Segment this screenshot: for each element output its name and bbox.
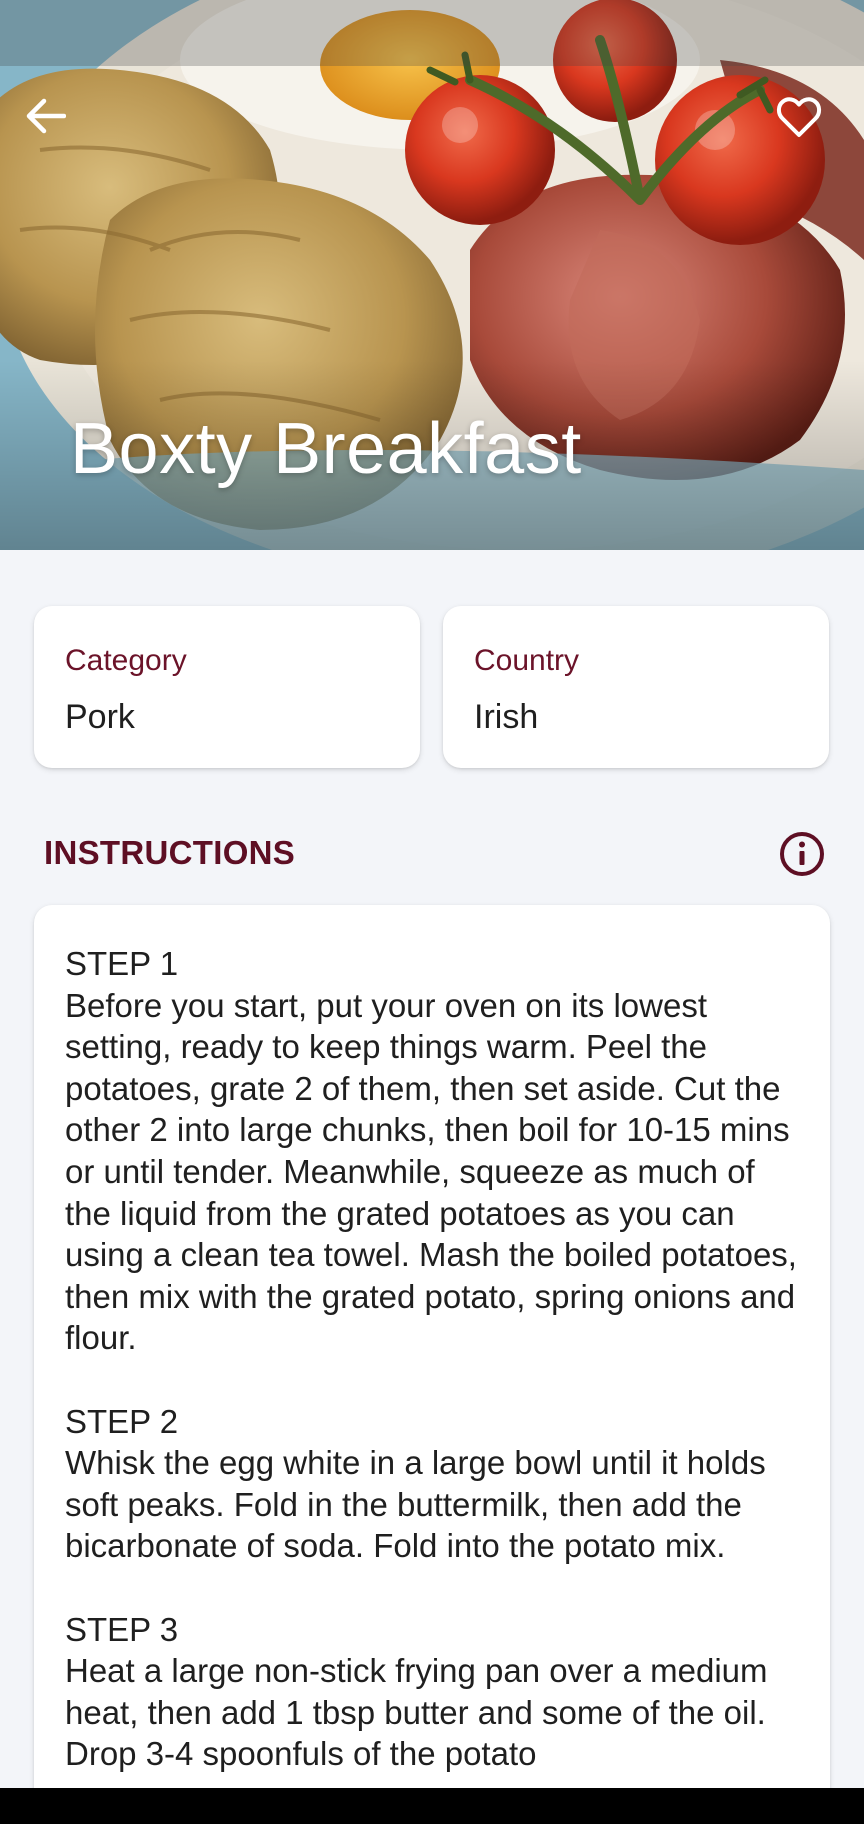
favorite-button[interactable] bbox=[776, 96, 848, 160]
country-value: Irish bbox=[474, 698, 539, 736]
heart-outline-icon bbox=[776, 97, 822, 137]
country-label: Country bbox=[474, 644, 580, 677]
arrow-back-icon bbox=[26, 98, 66, 134]
country-card: Country Irish bbox=[443, 606, 829, 768]
instructions-title: INSTRUCTIONS bbox=[44, 834, 296, 871]
recipe-detail-screen: Boxty Breakfast Category Pork Country Ir… bbox=[0, 0, 864, 1824]
recipe-title: Boxty Breakfast bbox=[70, 409, 582, 489]
back-button[interactable] bbox=[26, 98, 98, 158]
instructions-card: STEP 1 Before you start, put your oven o… bbox=[34, 905, 830, 1824]
category-value: Pork bbox=[65, 698, 135, 736]
category-label: Category bbox=[65, 644, 187, 677]
instructions-text: STEP 1 Before you start, put your oven o… bbox=[65, 945, 797, 1773]
status-bar bbox=[0, 0, 864, 66]
system-navigation-bar bbox=[0, 1788, 864, 1824]
info-circle-icon bbox=[780, 832, 824, 876]
instructions-info-button[interactable] bbox=[774, 826, 830, 882]
recipe-hero-image: Boxty Breakfast bbox=[0, 0, 864, 550]
category-card: Category Pork bbox=[34, 606, 420, 768]
